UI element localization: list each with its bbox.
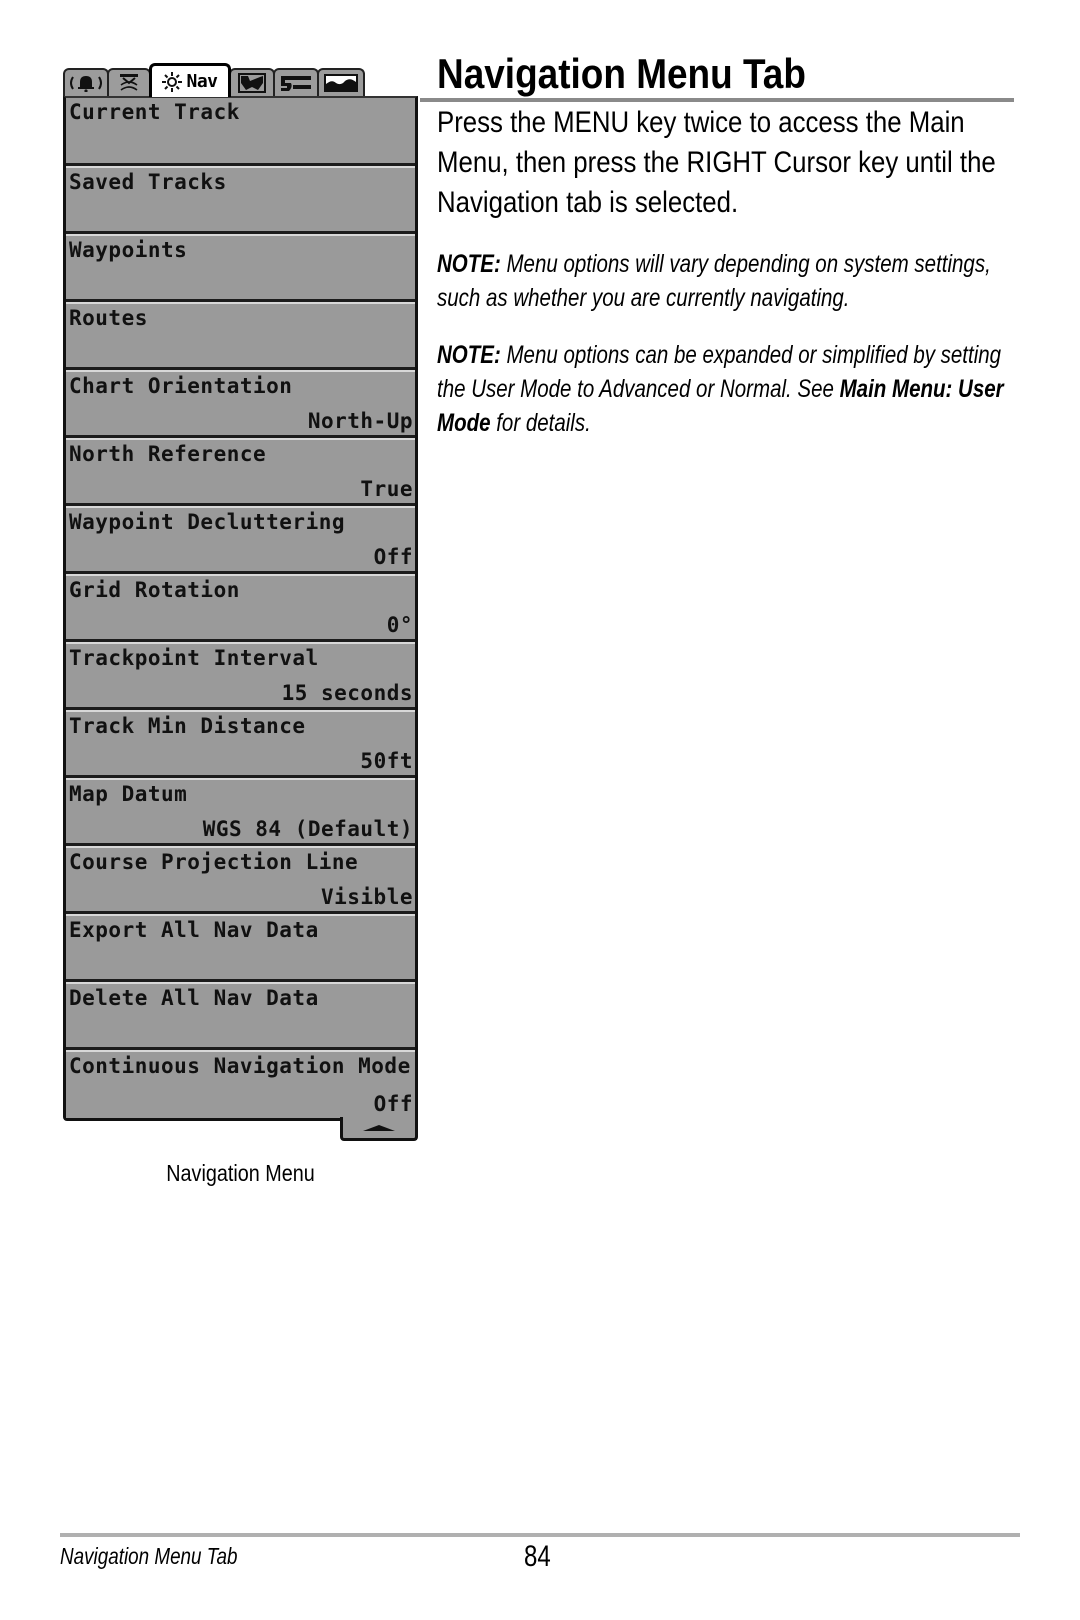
menu-tab-bar: Nav — [63, 63, 423, 97]
menu-item-label: Current Track — [69, 100, 240, 124]
menu-item-value: 15 seconds — [281, 681, 413, 705]
chart-map-icon — [238, 73, 266, 93]
menu-item-waypoints[interactable]: Waypoints — [66, 234, 415, 302]
menu-item-chart-orientation[interactable]: Chart Orientation North-Up — [66, 370, 415, 438]
menu-item-course-projection-line[interactable]: Course Projection Line Visible — [66, 846, 415, 914]
menu-item-grid-rotation[interactable]: Grid Rotation 0° — [66, 574, 415, 642]
menu-item-label: Map Datum — [69, 782, 188, 806]
menu-item-label: Waypoint Decluttering — [69, 510, 346, 534]
menu-item-label: Grid Rotation — [69, 578, 240, 602]
navigation-menu: Current Track Saved Tracks Waypoints Rou… — [63, 96, 418, 1121]
footer-section-title: Navigation Menu Tab — [60, 1543, 238, 1569]
tab-sonar[interactable] — [107, 68, 151, 96]
menu-item-value: True — [360, 477, 413, 501]
menu-item-track-min-distance[interactable]: Track Min Distance 50ft — [66, 710, 415, 778]
menu-item-saved-tracks[interactable]: Saved Tracks — [66, 166, 415, 234]
sonar-icon — [117, 73, 141, 93]
note-tail: for details. — [490, 409, 591, 437]
menu-item-label: North Reference — [69, 442, 267, 466]
footer-divider — [60, 1533, 1020, 1537]
sun-nav-icon — [162, 71, 183, 92]
tab-navigation[interactable]: Nav — [149, 63, 231, 97]
menu-item-delete-all-nav-data[interactable]: Delete All Nav Data — [66, 982, 415, 1050]
menu-item-value: WGS 84 (Default) — [202, 817, 413, 841]
tab-views[interactable] — [317, 68, 365, 96]
note-user-mode: NOTE: Menu options can be expanded or si… — [437, 338, 1011, 440]
wrench-setup-icon — [279, 73, 313, 93]
tab-navigation-label: Nav — [186, 71, 218, 92]
menu-item-label: Track Min Distance — [69, 714, 306, 738]
menu-item-waypoint-decluttering[interactable]: Waypoint Decluttering Off — [66, 506, 415, 574]
menu-item-label: Routes — [69, 306, 148, 330]
menu-item-value: Visible — [320, 885, 413, 909]
menu-item-label: Trackpoint Interval — [69, 646, 319, 670]
scroll-up-button[interactable] — [340, 1117, 418, 1141]
menu-item-label: Continuous Navigation Mode — [69, 1054, 411, 1078]
menu-item-export-all-nav-data[interactable]: Export All Nav Data — [66, 914, 415, 982]
menu-item-label: Course Projection Line — [69, 850, 359, 874]
note-system-settings: NOTE: Menu options will vary depending o… — [437, 247, 1011, 315]
page-title: Navigation Menu Tab — [437, 50, 806, 97]
intro-paragraph: Press the MENU key twice to access the M… — [437, 106, 996, 219]
figure-caption: Navigation Menu — [166, 1160, 315, 1186]
page-number: 84 — [524, 1540, 551, 1573]
alarm-bell-icon — [68, 74, 104, 92]
note-label: NOTE: — [437, 250, 501, 278]
note-text: Menu options will vary depending on syst… — [437, 250, 991, 312]
menu-item-value: 0° — [386, 613, 413, 637]
menu-item-current-track[interactable]: Current Track — [66, 98, 415, 166]
menu-item-label: Saved Tracks — [69, 170, 227, 194]
menu-item-trackpoint-interval[interactable]: Trackpoint Interval 15 seconds — [66, 642, 415, 710]
menu-item-value: Off — [373, 1092, 413, 1116]
note-label: NOTE: — [437, 341, 501, 369]
heading-divider — [420, 98, 1014, 102]
menu-item-routes[interactable]: Routes — [66, 302, 415, 370]
views-icon — [324, 74, 358, 92]
tab-setup[interactable] — [273, 68, 319, 96]
menu-item-north-reference[interactable]: North Reference True — [66, 438, 415, 506]
menu-item-value: Off — [373, 545, 413, 569]
scroll-up-arrow-icon — [363, 1124, 395, 1131]
menu-item-label: Delete All Nav Data — [69, 986, 319, 1010]
menu-item-label: Export All Nav Data — [69, 918, 319, 942]
tab-alarms[interactable] — [63, 68, 109, 96]
menu-item-label: Chart Orientation — [69, 374, 293, 398]
menu-item-continuous-navigation-mode[interactable]: Continuous Navigation Mode Off — [66, 1050, 415, 1118]
menu-item-value: 50ft — [360, 749, 413, 773]
menu-item-label: Waypoints — [69, 238, 188, 262]
tab-chart[interactable] — [229, 68, 275, 96]
menu-item-map-datum[interactable]: Map Datum WGS 84 (Default) — [66, 778, 415, 846]
menu-item-value: North-Up — [307, 409, 413, 433]
